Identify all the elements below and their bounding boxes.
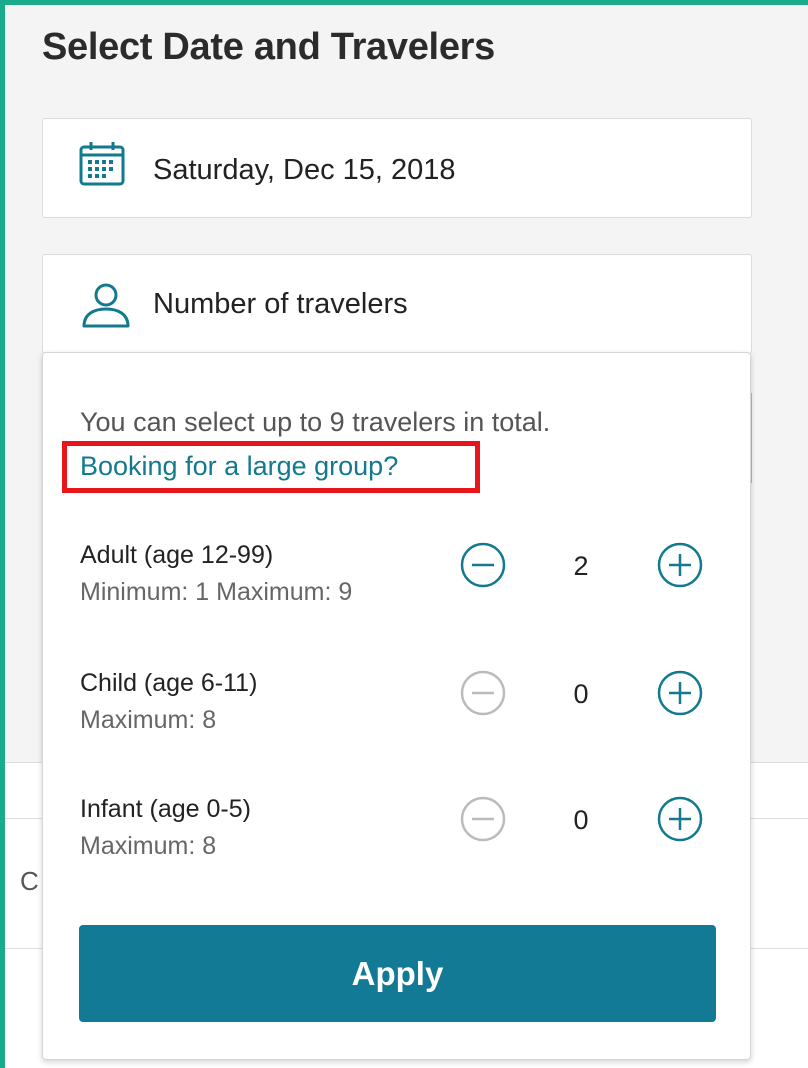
large-group-link[interactable]: Booking for a large group? bbox=[80, 451, 398, 482]
child-label: Child (age 6-11) bbox=[80, 669, 258, 697]
background-partial-text: C bbox=[20, 866, 39, 896]
infant-limits: Maximum: 8 bbox=[80, 832, 217, 860]
infant-minus-icon[interactable] bbox=[459, 795, 507, 843]
child-limits: Maximum: 8 bbox=[80, 706, 217, 734]
adult-minus-icon[interactable] bbox=[459, 541, 507, 589]
infant-row: Infant (age 0-5) Maximum: 8 0 bbox=[43, 795, 748, 865]
apply-button[interactable]: Apply bbox=[79, 925, 716, 1022]
date-value: Saturday, Dec 15, 2018 bbox=[153, 154, 456, 186]
travelers-label: Number of travelers bbox=[153, 288, 408, 320]
traveler-limit-info: You can select up to 9 travelers in tota… bbox=[80, 407, 551, 437]
infant-label: Infant (age 0-5) bbox=[80, 795, 251, 823]
travelers-field[interactable]: Number of travelers bbox=[42, 254, 752, 354]
adult-label: Adult (age 12-99) bbox=[80, 541, 274, 569]
adult-plus-icon[interactable] bbox=[656, 541, 704, 589]
child-count: 0 bbox=[573, 679, 589, 709]
frame-border-left bbox=[0, 0, 5, 1068]
child-plus-icon[interactable] bbox=[656, 669, 704, 717]
infant-count: 0 bbox=[573, 805, 589, 835]
app-frame: Select Date and Travelers Saturday, Dec … bbox=[0, 0, 808, 1068]
travelers-dropdown: You can select up to 9 travelers in tota… bbox=[42, 352, 751, 1060]
date-picker[interactable]: Saturday, Dec 15, 2018 bbox=[42, 118, 752, 218]
child-minus-icon[interactable] bbox=[459, 669, 507, 717]
page-title: Select Date and Travelers bbox=[42, 26, 495, 68]
infant-plus-icon[interactable] bbox=[656, 795, 704, 843]
adult-count: 2 bbox=[573, 551, 589, 581]
person-icon bbox=[82, 283, 130, 328]
child-row: Child (age 6-11) Maximum: 8 0 bbox=[43, 669, 748, 739]
adult-row: Adult (age 12-99) Minimum: 1 Maximum: 9 … bbox=[43, 541, 748, 611]
calendar-icon bbox=[79, 142, 125, 186]
frame-border-top bbox=[0, 0, 808, 5]
adult-limits: Minimum: 1 Maximum: 9 bbox=[80, 578, 353, 606]
